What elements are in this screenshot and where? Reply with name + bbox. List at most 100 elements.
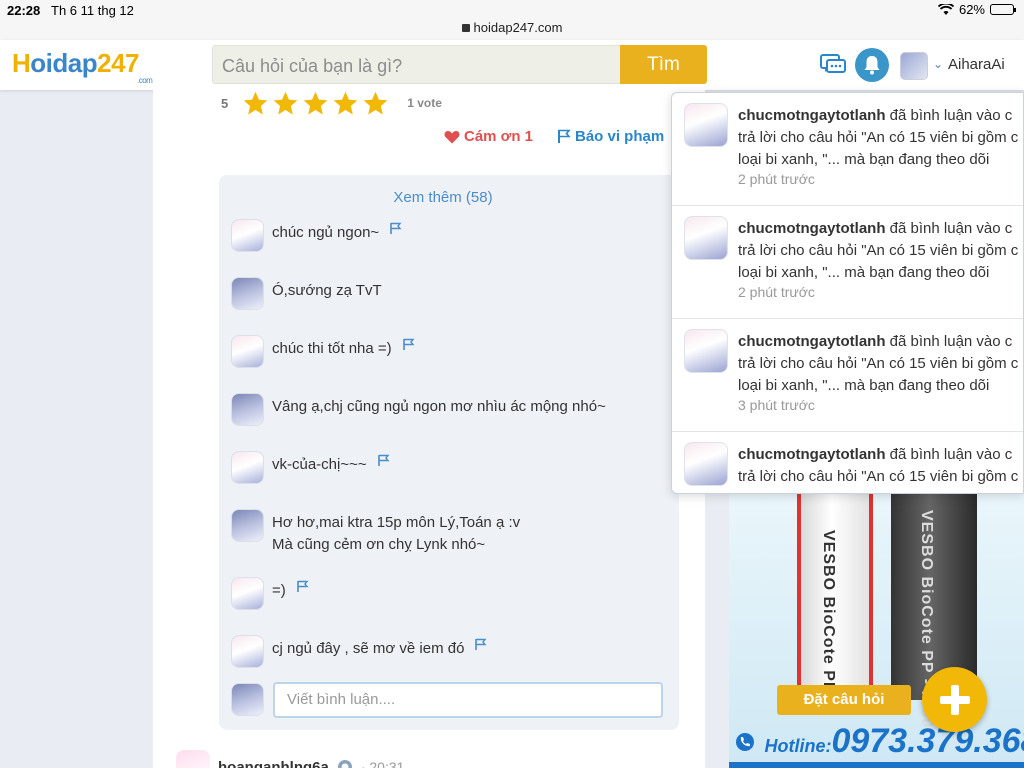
comment-item: Ó,sướng zạ TvT	[231, 277, 382, 310]
notification-text: chucmotngaytotlanh đã bình luận vào c tr…	[738, 333, 1019, 394]
notification-item[interactable]: chucmotngaytotlanh đã bình luận vào c tr…	[672, 206, 1023, 319]
status-bar: 22:28 Th 6 11 thg 12 62%	[0, 0, 1024, 20]
advertisement[interactable]: VESBO BioCote PP VESBO BioCote PP - R 80…	[729, 490, 1024, 768]
notifications-button[interactable]	[855, 48, 889, 82]
comment-thread: Xem thêm (58) chúc ngủ ngon~ Ó,sướng zạ …	[219, 175, 679, 730]
comment-item: chúc thi tốt nha =)	[231, 335, 415, 368]
comment-text: chúc thi tốt nha =)	[272, 338, 415, 360]
comment-text: Ó,sướng zạ TvT	[272, 282, 382, 299]
ad-brand-text: VESBO BioCote PP	[820, 530, 837, 694]
logo-text: oidap	[30, 48, 98, 78]
notification-text: chucmotngaytotlanh đã bình luận vào c tr…	[738, 446, 1019, 485]
comment-item: chúc ngủ ngon~	[231, 219, 402, 252]
notification-time: 2 phút trước	[738, 284, 815, 300]
notification-time: 3 phút trước	[738, 397, 815, 413]
comment-composer-avatar	[231, 683, 264, 716]
comment-item: cj ngủ đây , sẽ mơ về iem đó	[231, 635, 487, 668]
thanks-button[interactable]: Cám ơn 1	[444, 128, 533, 145]
avatar	[231, 683, 264, 716]
avatar[interactable]	[231, 393, 264, 426]
status-indicators: 62%	[937, 2, 1016, 17]
report-button[interactable]: Báo vi phạm	[557, 128, 664, 145]
flag-icon[interactable]	[389, 222, 402, 235]
search-input[interactable]: Câu hỏi của bạn là gì?	[212, 45, 622, 84]
logo-number: 247	[97, 48, 140, 78]
comment-item: Vâng ạ,chj cũng ngủ ngon mơ nhìu ác mộng…	[231, 393, 606, 426]
comment-text: =)	[272, 580, 309, 602]
answer-author[interactable]: hoanganhlng6a	[218, 759, 329, 768]
avatar[interactable]	[900, 52, 928, 80]
address-bar[interactable]: hoidap247.com	[0, 20, 1024, 40]
avatar	[684, 442, 728, 486]
site-header: Hoidap247 .com Câu hỏi của bạn là gì? Tì…	[0, 40, 1024, 90]
flag-icon[interactable]	[296, 580, 309, 593]
logo-suffix: .com	[137, 76, 153, 85]
avatar[interactable]	[231, 219, 264, 252]
notifications-dropdown: chucmotngaytotlanh đã bình luận vào c tr…	[671, 92, 1024, 494]
search-button[interactable]: Tìm	[620, 45, 707, 84]
comment-text: cj ngủ đây , sẽ mơ về iem đó	[272, 638, 487, 660]
comment-text: Vâng ạ,chj cũng ngủ ngon mơ nhìu ác mộng…	[272, 398, 606, 415]
logo-letter: H	[12, 48, 31, 78]
rank-badge-icon	[337, 760, 352, 768]
notification-time: 2 phút trước	[738, 171, 815, 187]
comment-item: Hơ hơ,mai ktra 15p môn Lý,Toán ạ :v Mà cũ…	[231, 509, 520, 556]
rating-score: 5	[221, 95, 229, 111]
vote-count: 1 vote	[407, 96, 442, 110]
avatar[interactable]	[231, 509, 264, 542]
avatar[interactable]	[231, 277, 264, 310]
star-icon[interactable]	[332, 90, 359, 117]
avatar[interactable]	[176, 750, 210, 768]
see-more-comments-link[interactable]: Xem thêm (58)	[219, 189, 667, 206]
notification-item[interactable]: chucmotngaytotlanh đã bình luận vào c tr…	[672, 432, 1023, 493]
lock-icon	[461, 24, 470, 32]
comment-input[interactable]: Viết bình luận....	[273, 682, 663, 718]
user-name[interactable]: AiharaAi	[948, 56, 1005, 73]
plus-icon	[939, 684, 970, 715]
ad-footer-bar	[729, 762, 1024, 768]
comment-item: vk-của-chị~~~	[231, 451, 390, 484]
answer-time: · 20:31	[360, 759, 405, 768]
avatar	[684, 103, 728, 147]
avatar[interactable]	[231, 635, 264, 668]
notification-text: chucmotngaytotlanh đã bình luận vào c tr…	[738, 220, 1019, 281]
battery-icon	[990, 4, 1016, 15]
star-icon[interactable]	[272, 90, 299, 117]
bell-icon	[864, 56, 880, 75]
comment-item: =)	[231, 577, 309, 610]
comment-text: vk-của-chị~~~	[272, 454, 390, 476]
ask-question-fab[interactable]	[922, 667, 987, 732]
phone-icon	[736, 733, 754, 751]
battery-percent: 62%	[958, 2, 985, 17]
heart-icon	[444, 130, 460, 143]
avatar	[684, 216, 728, 260]
ask-question-button[interactable]: Đặt câu hỏi	[777, 685, 911, 715]
comment-text: chúc ngủ ngon~	[272, 222, 402, 244]
status-time: 22:28	[7, 3, 41, 18]
next-answer-header: hoanganhlng6a · 20:31	[176, 750, 404, 768]
thanks-label: Cám ơn 1	[464, 128, 534, 145]
site-logo[interactable]: Hoidap247 .com	[12, 48, 153, 85]
avatar[interactable]	[231, 451, 264, 484]
star-icon[interactable]	[362, 90, 389, 117]
flag-icon[interactable]	[377, 454, 390, 467]
flag-icon	[558, 129, 571, 143]
chevron-down-icon[interactable]: ⌄	[933, 57, 943, 71]
star-icon[interactable]	[242, 90, 269, 117]
wifi-icon	[937, 3, 954, 15]
ad-hotline: Hotline:0973.379.368	[735, 722, 1024, 761]
notification-item[interactable]: chucmotngaytotlanh đã bình luận vào c tr…	[672, 93, 1023, 206]
report-label: Báo vi phạm	[575, 128, 665, 145]
messages-icon[interactable]	[820, 54, 846, 76]
notification-item[interactable]: chucmotngaytotlanh đã bình luận vào c tr…	[672, 319, 1023, 432]
avatar[interactable]	[231, 577, 264, 610]
avatar[interactable]	[231, 335, 264, 368]
notification-text: chucmotngaytotlanh đã bình luận vào c tr…	[738, 107, 1019, 168]
comment-text: Hơ hơ,mai ktra 15p môn Lý,Toán ạ :v Mà cũ…	[272, 514, 521, 553]
url-text: hoidap247.com	[473, 20, 563, 35]
answer-rating: 5 1 vote	[221, 90, 442, 116]
star-icon[interactable]	[302, 90, 329, 117]
flag-icon[interactable]	[474, 638, 487, 651]
status-date: Th 6 11 thg 12	[51, 3, 134, 18]
flag-icon[interactable]	[402, 338, 415, 351]
